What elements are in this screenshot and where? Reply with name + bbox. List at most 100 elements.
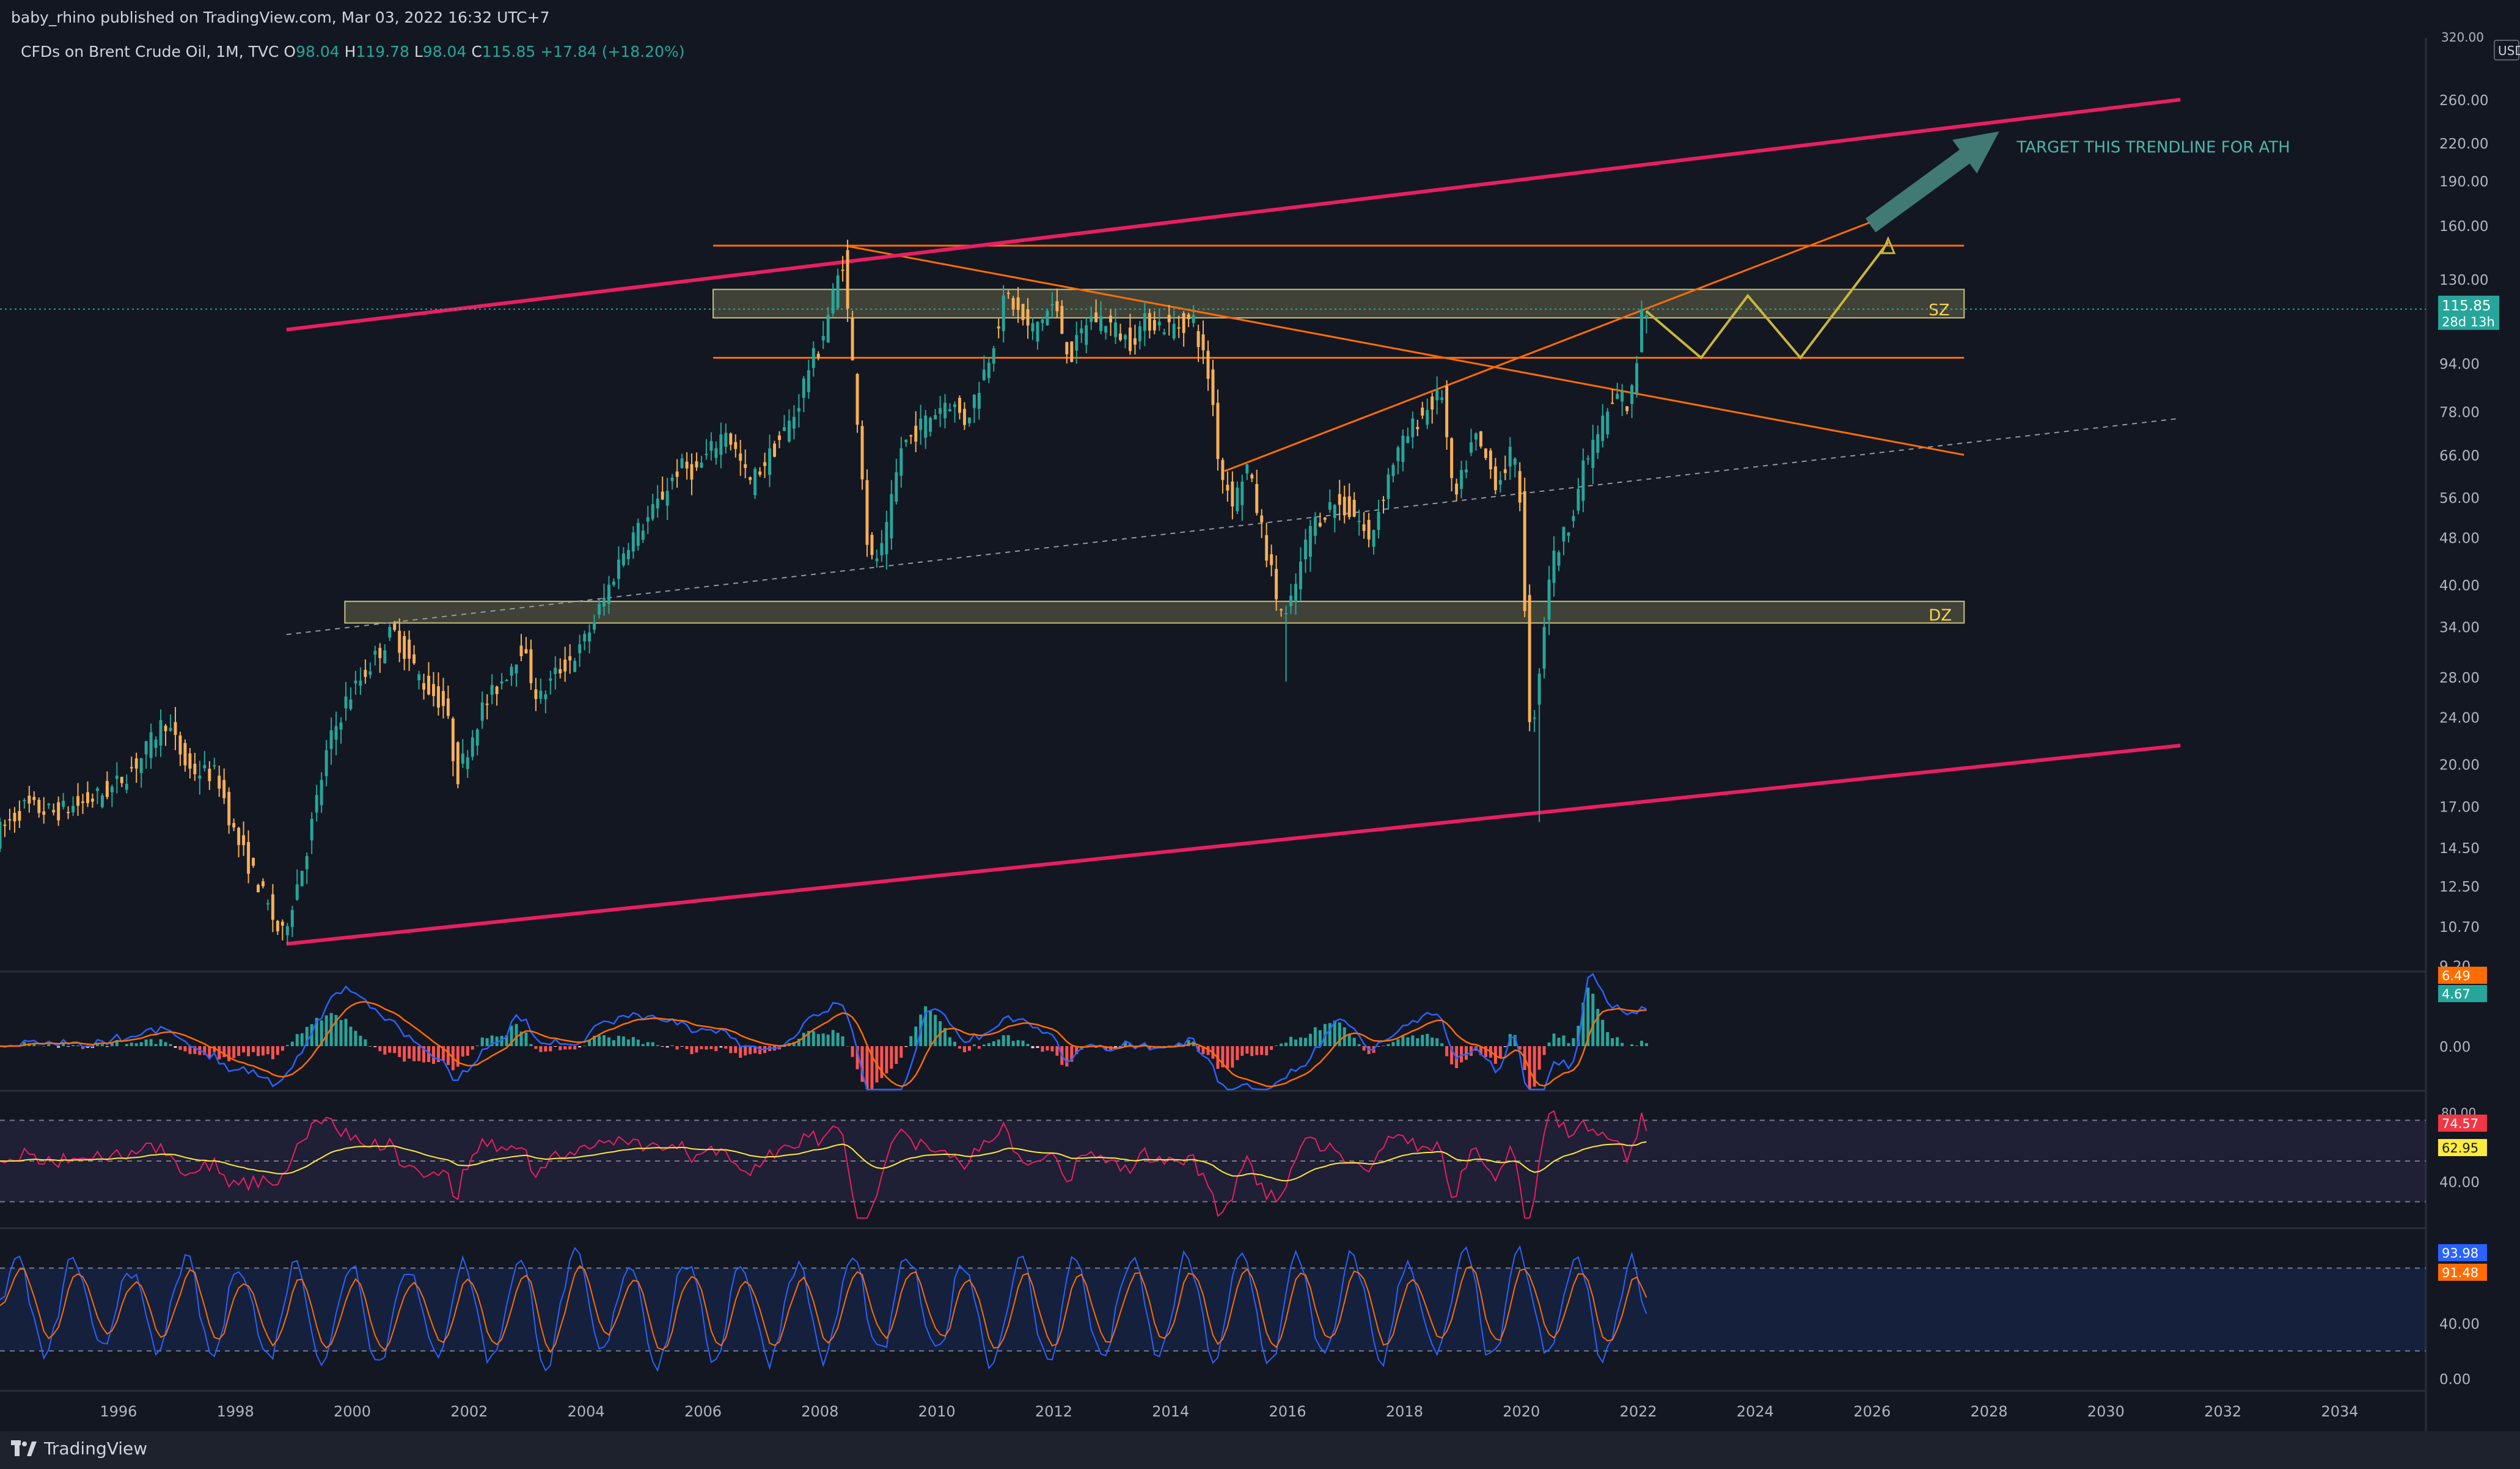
candle-body [724, 433, 728, 447]
close-value: 115.85 [482, 43, 536, 60]
candle-body [1011, 298, 1015, 310]
candle-body [1518, 471, 1522, 503]
candle-body [247, 841, 251, 874]
zone-label-sz: SZ [1928, 301, 1949, 320]
candle-body [1046, 310, 1049, 326]
candle-body [1216, 403, 1220, 460]
candle-body [1352, 499, 1356, 517]
macd-histogram-bar [1328, 1023, 1331, 1046]
candle-body [1284, 613, 1288, 615]
candle-body [1430, 396, 1434, 410]
candle-body [1455, 483, 1459, 495]
macd-histogram-bar [276, 1046, 279, 1055]
candle-body [178, 735, 182, 755]
candle-body [855, 374, 859, 425]
candle-body [1591, 439, 1595, 468]
macd-histogram-bar [524, 1032, 528, 1046]
macd-histogram-bar [929, 1011, 932, 1046]
candle-body [139, 758, 143, 774]
candle-body [37, 799, 41, 813]
macd-histogram-bar [1347, 1033, 1351, 1046]
time-tick-label: 2004 [568, 1403, 605, 1420]
macd-histogram-bar [232, 1046, 236, 1058]
macd-histogram-bar [1041, 1046, 1044, 1052]
candle-body [559, 669, 562, 673]
macd-histogram-bar [1465, 1046, 1468, 1060]
macd-histogram-bar [398, 1046, 401, 1057]
macd-histogram-bar [378, 1046, 382, 1052]
macd-histogram-bar [242, 1046, 246, 1053]
candle-body [174, 722, 177, 735]
candle-body [1090, 316, 1093, 322]
macd-histogram-bar [1416, 1038, 1419, 1046]
macd-histogram-bar [1426, 1033, 1429, 1046]
candle-body [826, 315, 830, 343]
macd-histogram-bar [1352, 1038, 1356, 1046]
time-tick-label: 2018 [1386, 1403, 1423, 1420]
macd-histogram-bar [573, 1046, 577, 1050]
macd-histogram-bar [1396, 1039, 1400, 1046]
time-tick-label: 2030 [2087, 1403, 2125, 1420]
price-tick-label: 28.00 [2439, 670, 2480, 686]
candle-body [1318, 522, 1322, 527]
candle-body [276, 921, 279, 932]
candle-body [1275, 569, 1278, 599]
macd-histogram-bar [729, 1046, 733, 1053]
candle-body [958, 398, 961, 413]
macd-histogram-bar [617, 1035, 620, 1046]
price-tick-label: 12.50 [2439, 879, 2480, 895]
candle-body [198, 775, 202, 779]
candle-body [1231, 481, 1234, 507]
high-value: 119.78 [356, 43, 409, 60]
macd-histogram-bar [1289, 1036, 1293, 1046]
macd-histogram-bar [247, 1046, 251, 1057]
macd-histogram-bar [1050, 1046, 1054, 1052]
candle-body [1377, 511, 1380, 530]
candle-body [1342, 496, 1346, 516]
candle-body [1537, 673, 1541, 705]
candle-body [1338, 494, 1341, 505]
stoch-d-value: 91.48 [2442, 1266, 2478, 1280]
candle-body [1503, 469, 1507, 474]
time-tick-label: 2008 [801, 1403, 838, 1420]
macd-histogram-bar [1377, 1046, 1380, 1047]
candle-body [1099, 316, 1103, 331]
candle-body [744, 464, 747, 468]
candle-body [899, 448, 903, 476]
candle-body [1201, 334, 1205, 351]
candle-body [1016, 297, 1020, 310]
time-tick-label: 2000 [334, 1403, 371, 1420]
macd-histogram-bar [1601, 1019, 1605, 1046]
macd-histogram-bar [811, 1031, 815, 1046]
macd-histogram-bar [71, 1045, 75, 1046]
macd-histogram-bar [1065, 1046, 1069, 1067]
macd-histogram-bar [324, 1015, 328, 1046]
candle-body [880, 543, 884, 555]
chart-canvas[interactable]: SZ DZ 260.00 220.00 190.00 160.00 130.00 94.00… [0, 0, 2520, 1469]
macd-histogram-bar [997, 1039, 1000, 1046]
macd-histogram-bar [432, 1046, 435, 1064]
candle-body [1528, 595, 1531, 722]
candle-body [593, 622, 596, 630]
macd-histogram-bar [1611, 1038, 1614, 1046]
open-value: 98.04 [296, 43, 340, 60]
candle-body [768, 448, 772, 475]
zone-label-dz: DZ [1928, 607, 1952, 625]
macd-histogram-bar [836, 1033, 840, 1046]
macd-histogram-bar [1016, 1040, 1020, 1046]
candle-body [1635, 363, 1639, 394]
candle-body [1645, 315, 1648, 318]
candle-body [475, 729, 479, 745]
candle-body [924, 416, 928, 438]
macd-histogram-bar [1046, 1046, 1049, 1051]
macd-histogram-bar [1250, 1046, 1254, 1057]
stoch-k-value: 93.98 [2442, 1246, 2478, 1261]
tradingview-logo[interactable]: TradingView [11, 1438, 147, 1459]
candle-body [1484, 448, 1487, 458]
candle-body [846, 250, 849, 309]
candle-body [885, 522, 888, 555]
candle-body [42, 811, 46, 815]
candle-body [1577, 489, 1580, 511]
candle-body [495, 686, 499, 694]
candle-body [300, 871, 304, 887]
